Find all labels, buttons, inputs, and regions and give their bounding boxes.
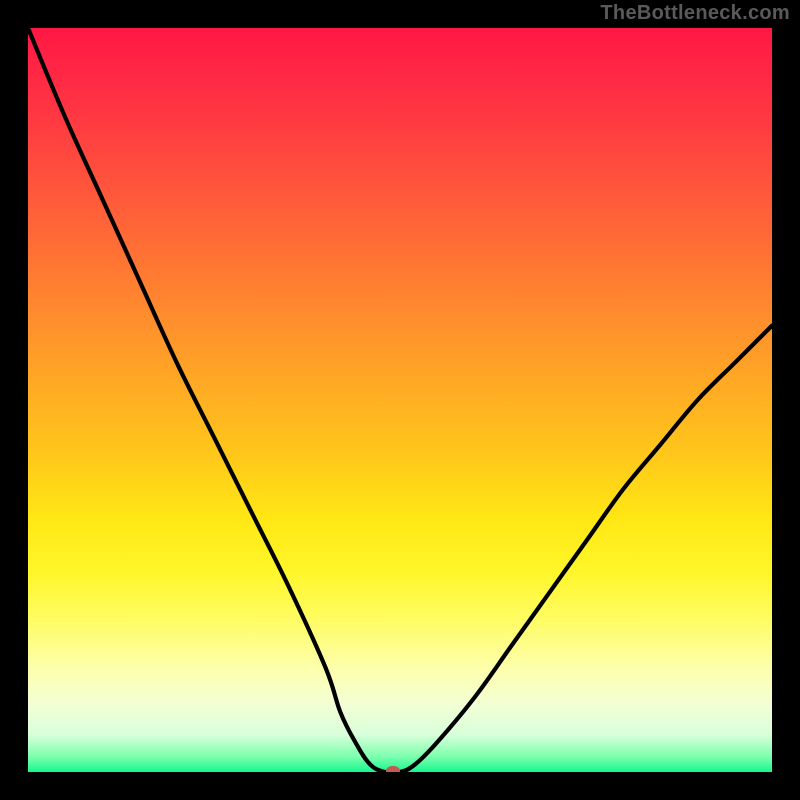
chart-frame: TheBottleneck.com [0,0,800,800]
optimal-point-marker [386,766,400,772]
attribution-label: TheBottleneck.com [600,2,790,25]
plot-area [28,28,772,772]
bottleneck-curve [28,28,772,772]
